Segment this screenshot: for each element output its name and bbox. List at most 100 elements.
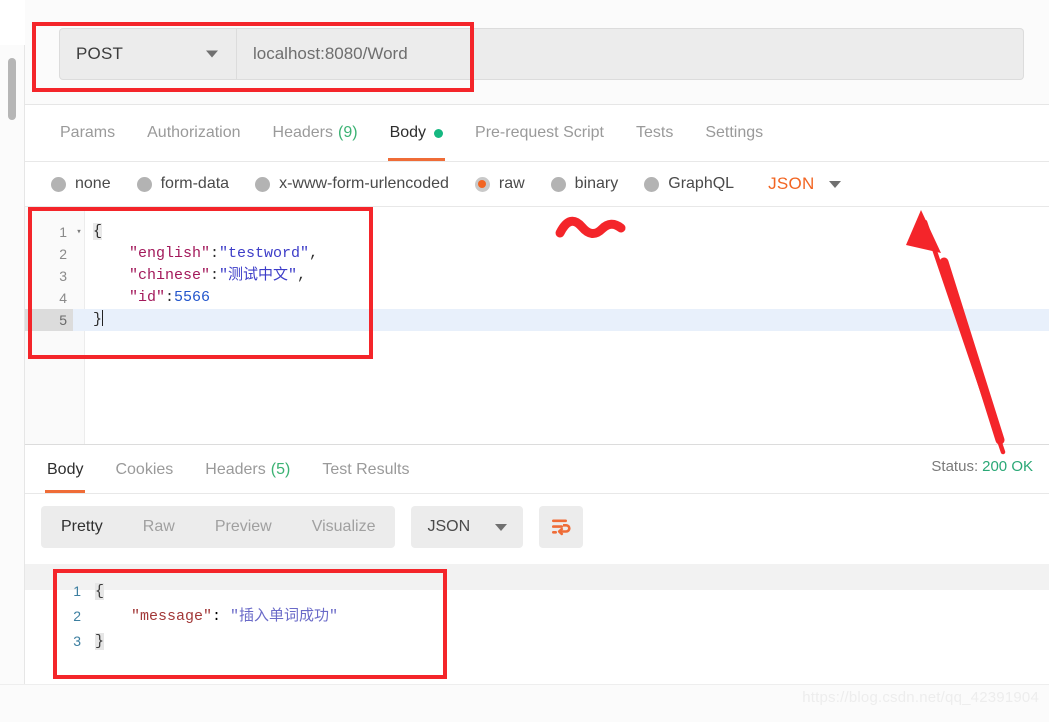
tab-authorization-label: Authorization	[147, 124, 241, 141]
line-number: 3	[73, 633, 81, 649]
response-tab-cookies[interactable]: Cookies	[99, 446, 189, 493]
radio-icon-binary	[550, 176, 566, 192]
radio-icon-graphql	[644, 176, 660, 192]
response-tab-test-results[interactable]: Test Results	[306, 446, 425, 493]
line-number: 2	[73, 608, 81, 624]
response-tab-body-label: Body	[47, 460, 84, 478]
json-comma: ,	[297, 267, 307, 284]
tab-settings[interactable]: Settings	[689, 105, 779, 161]
response-code-line: 1 {	[53, 579, 338, 604]
response-view-mode-group: Pretty Raw Preview Visualize	[41, 506, 396, 548]
json-colon: :	[212, 608, 231, 625]
code-line: 2 "english":"testword",	[25, 243, 1049, 265]
tab-headers-label: Headers	[272, 124, 333, 141]
json-value: "testword"	[219, 245, 310, 262]
status-label: Status:	[931, 458, 979, 475]
body-type-binary[interactable]: binary	[550, 175, 619, 193]
body-type-form-data[interactable]: form-data	[136, 175, 230, 193]
line-number: 1	[59, 224, 67, 240]
line-number: 5	[25, 309, 73, 331]
body-type-none-label: none	[75, 175, 111, 192]
view-mode-raw-label: Raw	[142, 518, 175, 535]
view-mode-pretty[interactable]: Pretty	[41, 506, 123, 548]
body-type-binary-label: binary	[574, 175, 619, 192]
request-tab-bar: Params Authorization Headers (9) Body Pr…	[25, 105, 1049, 162]
view-mode-pretty-label: Pretty	[61, 518, 103, 535]
body-type-raw[interactable]: raw	[474, 175, 525, 193]
response-format-dropdown[interactable]: JSON	[411, 506, 524, 548]
line-number: 2	[59, 246, 67, 262]
tab-headers-count: (9)	[338, 124, 358, 141]
body-type-graphql-label: GraphQL	[668, 175, 735, 192]
raw-format-dropdown[interactable]: JSON	[768, 174, 841, 194]
request-url-bar: POST localhost:8080/Word	[25, 0, 1049, 105]
radio-icon-none	[51, 176, 66, 192]
chevron-down-icon	[495, 523, 508, 531]
body-type-urlencoded[interactable]: x-www-form-urlencoded	[255, 175, 449, 193]
body-type-form-data-label: form-data	[160, 175, 230, 192]
response-tab-test-results-label: Test Results	[322, 460, 410, 478]
view-mode-raw[interactable]: Raw	[123, 506, 195, 548]
http-method-dropdown[interactable]: POST	[59, 28, 237, 80]
tab-pre-request-script[interactable]: Pre-request Script	[459, 105, 620, 161]
tab-body-label: Body	[389, 124, 427, 141]
radio-icon-urlencoded	[255, 176, 271, 192]
url-value: localhost:8080/Word	[253, 44, 408, 63]
view-mode-preview-label: Preview	[214, 518, 272, 535]
tab-headers[interactable]: Headers (9)	[257, 105, 374, 161]
view-mode-visualize[interactable]: Visualize	[292, 506, 396, 548]
word-wrap-icon	[552, 519, 571, 536]
raw-format-label: JSON	[768, 174, 815, 193]
json-key: "chinese"	[129, 267, 211, 284]
response-tab-headers-count: (5)	[270, 460, 291, 478]
status-value: 200 OK	[982, 458, 1033, 475]
postman-screenshot: POST localhost:8080/Word Params Authoriz…	[0, 0, 1049, 722]
body-type-graphql[interactable]: GraphQL	[644, 175, 734, 193]
url-input[interactable]: localhost:8080/Word	[237, 28, 1024, 80]
radio-icon-form-data	[136, 176, 152, 192]
json-key: "english"	[129, 245, 211, 262]
chevron-down-icon	[206, 50, 218, 58]
tab-body[interactable]: Body	[374, 105, 459, 161]
json-value: "测试中文"	[219, 267, 298, 284]
tab-pre-request-script-label: Pre-request Script	[475, 124, 604, 141]
response-tab-cookies-label: Cookies	[115, 460, 174, 478]
json-value: "插入单词成功"	[230, 608, 339, 625]
http-method-label: POST	[76, 44, 124, 63]
response-tab-bar: Body Cookies Headers (5) Test Results St…	[25, 446, 1049, 494]
fold-toggle-icon[interactable]: ▾	[73, 221, 85, 243]
body-type-selector: none form-data x-www-form-urlencoded raw…	[25, 162, 1049, 207]
watermark: https://blog.csdn.net/qq_42391904	[802, 689, 1039, 706]
left-rail	[0, 0, 25, 722]
json-colon: :	[210, 267, 220, 284]
code-line: 4 "id":5566	[25, 287, 1049, 309]
status-badge: Status: 200 OK	[931, 458, 1033, 475]
line-number: 3	[59, 268, 67, 284]
body-type-urlencoded-label: x-www-form-urlencoded	[279, 175, 449, 192]
url-row: POST localhost:8080/Word	[59, 28, 1024, 80]
response-code-line: 3 }	[53, 629, 338, 654]
response-view-toolbar: Pretty Raw Preview Visualize JSON	[41, 506, 584, 548]
view-mode-preview[interactable]: Preview	[195, 506, 292, 548]
response-tab-headers[interactable]: Headers (5)	[189, 446, 306, 493]
view-mode-visualize-label: Visualize	[311, 518, 376, 535]
request-body-editor[interactable]: 1 ▾ { 2 "english":"testword", 3 "chinese…	[25, 207, 1049, 445]
response-panel: Body Cookies Headers (5) Test Results St…	[25, 446, 1049, 722]
json-colon: :	[165, 289, 175, 306]
tab-tests[interactable]: Tests	[620, 105, 689, 161]
tab-params[interactable]: Params	[44, 105, 131, 161]
code-brace-open: {	[95, 583, 105, 600]
code-line-current: 5 }	[25, 309, 1049, 331]
line-number: 4	[59, 290, 67, 306]
response-tab-body[interactable]: Body	[31, 446, 99, 493]
line-number: 1	[73, 583, 81, 599]
code-brace-open: {	[93, 223, 103, 240]
response-format-label: JSON	[427, 518, 471, 535]
json-key: "message"	[131, 608, 213, 625]
tab-authorization[interactable]: Authorization	[131, 105, 256, 161]
tab-params-label: Params	[60, 124, 116, 141]
json-key: "id"	[129, 289, 166, 306]
body-type-none[interactable]: none	[51, 175, 111, 193]
word-wrap-button[interactable]	[539, 506, 584, 548]
vertical-scrollbar[interactable]	[8, 58, 16, 120]
